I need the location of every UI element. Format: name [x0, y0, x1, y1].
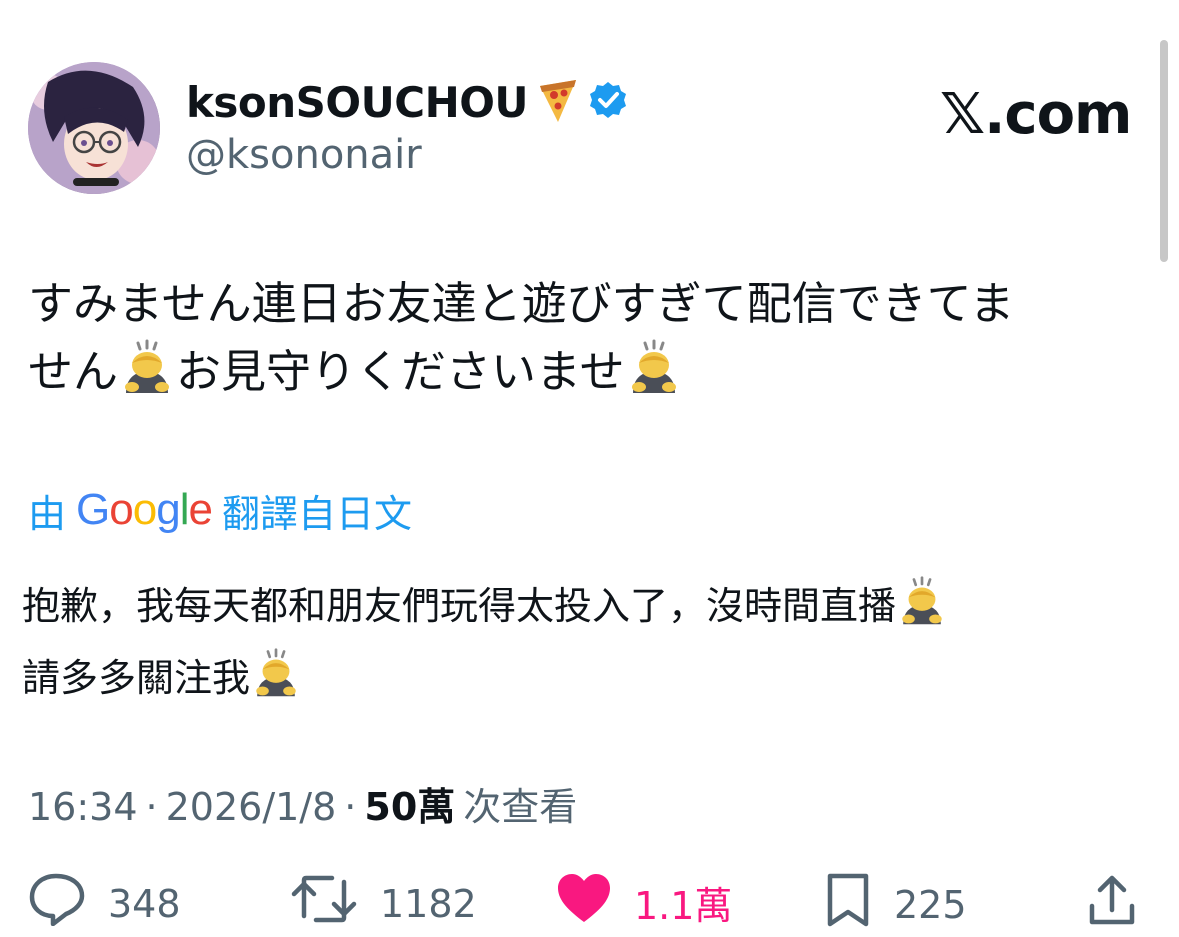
bowing-person-icon — [625, 339, 683, 414]
reply-icon — [28, 872, 86, 935]
repost-icon — [290, 872, 358, 935]
views-label: 次查看 — [463, 785, 578, 829]
bowing-person-icon — [250, 647, 302, 718]
meta-separator: · — [145, 785, 158, 829]
translated-line-1: 抱歉，我每天都和朋友們玩得太投入了，沒時間直播 — [22, 574, 1152, 646]
translation-attribution[interactable]: 由 Google 翻譯自日文 — [28, 482, 412, 538]
translation-suffix: 翻譯自日文 — [221, 491, 412, 536]
bookmark-count: 225 — [894, 882, 967, 927]
repost-count: 1182 — [380, 881, 477, 926]
pizza-icon — [536, 76, 580, 128]
meta-separator: · — [344, 785, 357, 829]
tweet-time[interactable]: 16:34 — [28, 785, 138, 829]
share-button[interactable] — [1084, 872, 1140, 937]
x-logo: 𝕏.com — [940, 82, 1132, 147]
tweet-line-2: せん お見守りくださいませ — [28, 338, 1158, 414]
tweet-line-1: すみません連日お友達と遊びすぎて配信できてま — [28, 277, 1015, 330]
tweet-meta: 16:34 · 2026/1/8 · 50萬 次查看 — [28, 776, 577, 831]
repost-button[interactable]: 1182 — [290, 872, 477, 935]
share-icon — [1084, 872, 1140, 937]
user-handle[interactable]: @ksononair — [186, 132, 422, 178]
avatar[interactable] — [28, 62, 160, 194]
verified-badge-icon — [588, 80, 628, 124]
tweet-date[interactable]: 2026/1/8 — [166, 785, 337, 829]
reply-button[interactable]: 348 — [28, 872, 181, 935]
translated-text: 抱歉，我每天都和朋友們玩得太投入了，沒時間直播 請多多關注我 — [22, 574, 1152, 718]
display-name[interactable]: ksonSOUCHOU — [186, 78, 529, 127]
bookmark-icon — [824, 872, 872, 937]
translated-line-2: 請多多關注我 — [22, 646, 1152, 718]
reply-count: 348 — [108, 881, 181, 926]
like-count: 1.1萬 — [634, 884, 733, 928]
action-bar: 348 1182 1.1萬 225 — [28, 872, 1168, 932]
translation-prefix: 由 — [28, 491, 67, 536]
google-logo: Google — [76, 485, 213, 534]
display-name-row[interactable]: ksonSOUCHOU — [186, 76, 628, 128]
bowing-person-icon — [118, 339, 176, 414]
scrollbar[interactable] — [1160, 40, 1168, 262]
bookmark-button[interactable]: 225 — [824, 872, 967, 937]
bowing-person-icon — [896, 575, 948, 646]
views-count[interactable]: 50萬 — [364, 776, 455, 831]
tweet-text: すみません連日お友達と遊びすぎて配信できてま せん お見守りくださいませ — [28, 270, 1158, 414]
